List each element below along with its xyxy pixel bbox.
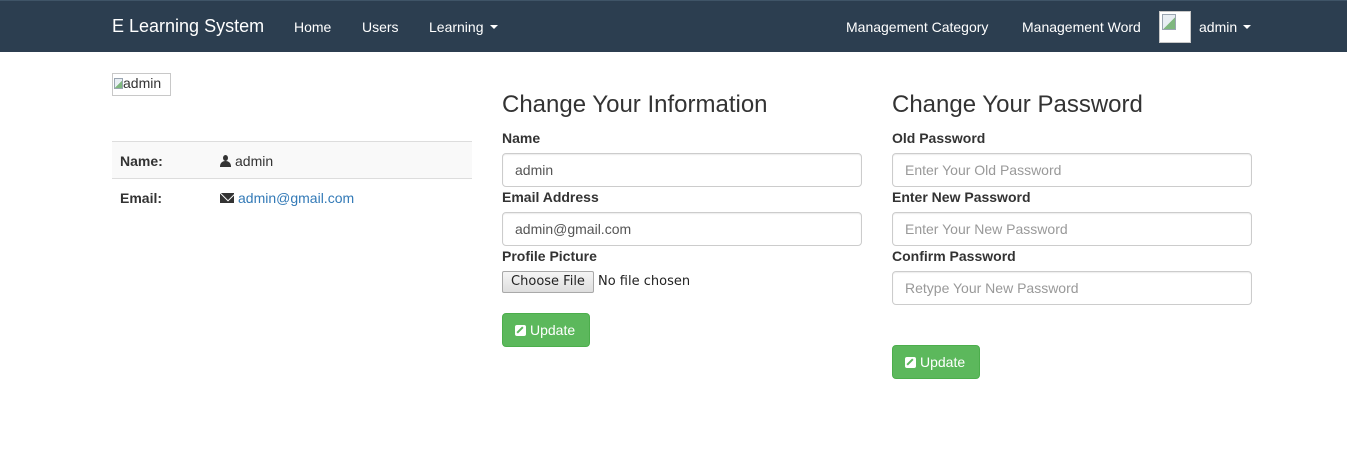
update-info-button[interactable]: Update bbox=[502, 313, 590, 347]
password-form-title: Change Your Password bbox=[892, 91, 1143, 118]
update-password-button[interactable]: Update bbox=[892, 345, 980, 379]
brand-link[interactable]: E Learning System bbox=[112, 16, 264, 36]
email-value: admin@gmail.com bbox=[220, 190, 354, 206]
choose-file-button[interactable]: Choose File bbox=[502, 271, 594, 293]
nav-home-link[interactable]: Home bbox=[294, 18, 331, 36]
nav-avatar[interactable] bbox=[1159, 11, 1191, 43]
name-value: admin bbox=[220, 153, 273, 169]
edit-icon bbox=[515, 325, 526, 336]
confirm-password-label: Confirm Password bbox=[892, 248, 1016, 264]
old-password-field[interactable] bbox=[892, 153, 1252, 187]
profile-picture-label: Profile Picture bbox=[502, 248, 597, 264]
caret-down-icon bbox=[1243, 25, 1252, 30]
table-row: Name: admin bbox=[112, 141, 472, 178]
name-label: Name: bbox=[120, 153, 163, 169]
name-text: admin bbox=[235, 153, 274, 169]
confirm-password-field[interactable] bbox=[892, 271, 1252, 305]
profile-image: admin bbox=[112, 73, 171, 96]
user-menu-label: admin bbox=[1199, 19, 1238, 35]
info-form-title: Change Your Information bbox=[502, 91, 768, 118]
update-password-label: Update bbox=[920, 354, 966, 370]
nav-users-link[interactable]: Users bbox=[362, 18, 399, 36]
profile-image-alt: admin bbox=[123, 75, 162, 91]
user-menu-dropdown[interactable]: admin bbox=[1199, 18, 1252, 36]
top-navbar: E Learning System Home Users Learning Ma… bbox=[0, 0, 1347, 52]
email-field-label: Email Address bbox=[502, 189, 599, 205]
nav-learning-dropdown[interactable]: Learning bbox=[429, 18, 498, 36]
envelope-icon bbox=[220, 193, 234, 203]
email-field[interactable] bbox=[502, 212, 862, 246]
broken-image-icon bbox=[114, 78, 123, 89]
email-link[interactable]: admin@gmail.com bbox=[238, 190, 354, 206]
old-password-label: Old Password bbox=[892, 130, 986, 146]
new-password-label: Enter New Password bbox=[892, 189, 1031, 205]
update-info-label: Update bbox=[530, 322, 576, 338]
broken-image-icon bbox=[1162, 14, 1176, 30]
caret-down-icon bbox=[489, 25, 498, 30]
edit-icon bbox=[905, 357, 916, 368]
table-row: Email: admin@gmail.com bbox=[112, 178, 472, 215]
name-field[interactable] bbox=[502, 153, 862, 187]
email-label: Email: bbox=[120, 190, 163, 206]
nav-management-word-link[interactable]: Management Word bbox=[1022, 18, 1141, 36]
nav-learning-label: Learning bbox=[429, 19, 484, 35]
new-password-field[interactable] bbox=[892, 212, 1252, 246]
file-status-text: No file chosen bbox=[598, 274, 691, 289]
nav-management-category-link[interactable]: Management Category bbox=[846, 18, 988, 36]
name-field-label: Name bbox=[502, 130, 541, 146]
profile-info-table: Name: admin Email: admin@gmail.com bbox=[112, 141, 472, 215]
user-icon bbox=[220, 155, 231, 167]
